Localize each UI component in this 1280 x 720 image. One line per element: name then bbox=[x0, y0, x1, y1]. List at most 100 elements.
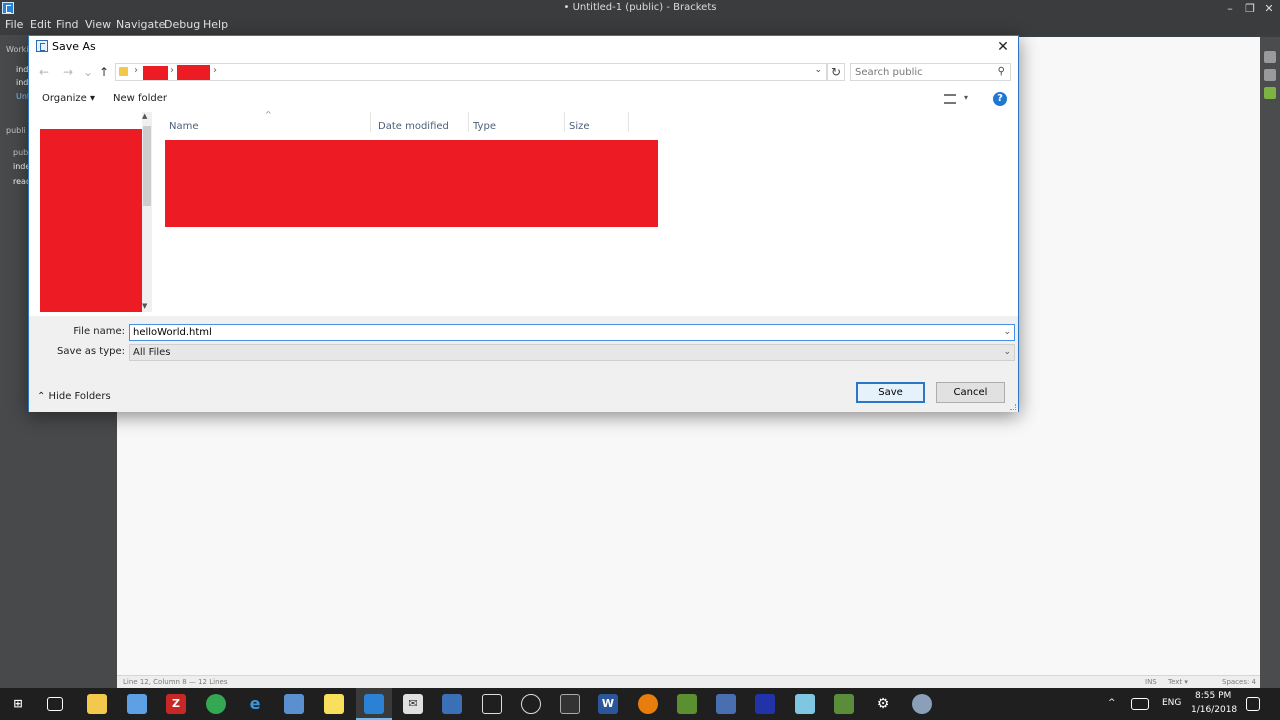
organize-button[interactable]: Organize ▾ bbox=[42, 93, 95, 104]
dialog-titlebar: Save As ✕ bbox=[29, 36, 1018, 58]
filezilla-icon[interactable]: Z bbox=[166, 694, 186, 714]
column-header-date-modified[interactable]: Date modified bbox=[378, 121, 449, 132]
redacted-breadcrumb[interactable] bbox=[143, 66, 168, 80]
virtualbox-icon[interactable] bbox=[442, 694, 462, 714]
network-monitor-icon[interactable] bbox=[716, 694, 736, 714]
brackets-icon[interactable] bbox=[364, 694, 384, 714]
file-name-label: File name: bbox=[73, 326, 125, 337]
tool-app-icon[interactable] bbox=[912, 694, 932, 714]
language-indicator[interactable]: ENG bbox=[1162, 698, 1181, 708]
column-header-size[interactable]: Size bbox=[569, 121, 590, 132]
unity-icon[interactable] bbox=[482, 694, 502, 714]
column-header-type[interactable]: Type bbox=[473, 121, 496, 132]
column-divider[interactable] bbox=[564, 112, 565, 132]
file-name-input[interactable] bbox=[133, 326, 993, 339]
3d-app-icon[interactable] bbox=[127, 694, 147, 714]
tray-chevron-icon[interactable]: ^ bbox=[1108, 698, 1116, 708]
chevron-up-icon[interactable]: ▲ bbox=[142, 112, 147, 120]
save-options-pane: File name: ⌄ Save as type: All Files ⌄ ⌃… bbox=[29, 316, 1018, 412]
resize-grip-icon[interactable] bbox=[1010, 404, 1016, 410]
steam-icon[interactable] bbox=[521, 694, 541, 714]
redacted-folder-tree[interactable] bbox=[40, 129, 144, 312]
file-explorer-icon[interactable] bbox=[87, 694, 107, 714]
language-mode[interactable]: Text ▾ bbox=[1168, 678, 1188, 686]
column-divider[interactable] bbox=[468, 112, 469, 132]
network-app-icon[interactable] bbox=[284, 694, 304, 714]
cancel-button[interactable]: Cancel bbox=[936, 382, 1005, 403]
recent-locations-icon[interactable]: ⌄ bbox=[80, 64, 96, 80]
game-app-icon[interactable] bbox=[755, 694, 775, 714]
hide-folders-button[interactable]: ⌃ Hide Folders bbox=[37, 391, 111, 402]
clock-date[interactable]: 1/16/2018 bbox=[1191, 705, 1237, 715]
column-header-name[interactable]: Name bbox=[169, 121, 199, 132]
notifications-icon[interactable] bbox=[1246, 697, 1260, 711]
git-icon[interactable] bbox=[677, 694, 697, 714]
project-item[interactable]: pub bbox=[13, 148, 28, 157]
live-preview-icon[interactable] bbox=[1264, 51, 1276, 63]
terminal-icon[interactable] bbox=[560, 694, 580, 714]
column-divider[interactable] bbox=[370, 112, 371, 132]
menu-debug[interactable]: Debug bbox=[164, 18, 200, 31]
extension-icon[interactable] bbox=[1264, 87, 1276, 99]
file-name-field: ⌄ bbox=[129, 324, 1015, 341]
chrome-icon[interactable] bbox=[206, 694, 226, 714]
cursor-position: Line 12, Column 8 — 12 Lines bbox=[123, 678, 228, 686]
up-arrow-icon[interactable]: ↑ bbox=[96, 64, 112, 80]
chevron-down-icon[interactable]: ⌄ bbox=[1003, 327, 1011, 337]
redacted-file-rows[interactable] bbox=[165, 140, 658, 227]
menu-navigate[interactable]: Navigate bbox=[116, 18, 165, 31]
windows-start-icon[interactable]: ⊞ bbox=[8, 694, 28, 714]
new-folder-button[interactable]: New folder bbox=[113, 93, 167, 104]
settings-icon[interactable]: ⚙ bbox=[873, 694, 893, 714]
refresh-icon[interactable]: ↻ bbox=[827, 63, 845, 81]
blender-icon[interactable] bbox=[638, 694, 658, 714]
working-file-item[interactable]: ind bbox=[16, 65, 28, 74]
task-view-icon[interactable] bbox=[47, 697, 63, 711]
forward-arrow-icon[interactable]: → bbox=[60, 64, 76, 80]
file-list: ^ Name Date modified Type Size bbox=[162, 110, 1014, 315]
sticky-notes-icon[interactable] bbox=[324, 694, 344, 714]
working-file-item[interactable]: ind bbox=[16, 78, 28, 87]
chevron-down-icon[interactable]: ⌄ bbox=[1003, 347, 1011, 357]
menu-file[interactable]: File bbox=[5, 18, 23, 31]
view-options-icon[interactable] bbox=[944, 94, 956, 104]
help-icon[interactable]: ? bbox=[993, 92, 1007, 106]
menu-edit[interactable]: Edit bbox=[30, 18, 51, 31]
indent-spaces[interactable]: Spaces: 4 bbox=[1222, 678, 1256, 686]
close-window-button[interactable]: ✕ bbox=[1257, 0, 1280, 17]
save-as-type-value: All Files bbox=[133, 347, 171, 358]
mail-icon[interactable]: ✉ bbox=[403, 694, 423, 714]
column-divider[interactable] bbox=[628, 112, 629, 132]
taskbar: ⊞ Z e ✉ W ⚙ ^ ENG 8:55 PM 1/16/2018 bbox=[0, 688, 1280, 720]
word-icon[interactable]: W bbox=[598, 694, 618, 714]
menu-view[interactable]: View bbox=[85, 18, 111, 31]
menu-find[interactable]: Find bbox=[56, 18, 79, 31]
close-icon[interactable]: ✕ bbox=[994, 38, 1012, 56]
command-bar: Organize ▾ New folder ▾ ? bbox=[29, 89, 1018, 111]
navigation-pane: ▲ ▼ bbox=[29, 112, 154, 315]
clock-time[interactable]: 8:55 PM bbox=[1195, 691, 1231, 701]
working-files-label: Worki bbox=[6, 45, 29, 54]
edge-icon[interactable]: e bbox=[245, 694, 265, 714]
extension-manager-icon[interactable] bbox=[1264, 69, 1276, 81]
search-input[interactable] bbox=[855, 66, 985, 79]
navigation-row: ← → ⌄ ↑ › › › ⌄ ↻ ⚲ bbox=[29, 60, 1018, 86]
insert-mode[interactable]: INS bbox=[1145, 678, 1157, 686]
window-titlebar: • Untitled-1 (public) - Brackets – ❐ ✕ bbox=[0, 0, 1280, 17]
save-button[interactable]: Save bbox=[856, 382, 925, 403]
redacted-breadcrumb[interactable] bbox=[177, 65, 210, 80]
right-toolbar bbox=[1260, 37, 1280, 688]
address-bar[interactable]: › › › ⌄ bbox=[115, 63, 827, 81]
save-as-type-select[interactable]: All Files ⌄ bbox=[129, 344, 1015, 361]
chevron-down-icon[interactable]: ▾ bbox=[964, 93, 968, 102]
keyboard-icon[interactable] bbox=[1131, 698, 1149, 710]
minecraft-icon[interactable] bbox=[834, 694, 854, 714]
chevron-down-icon[interactable]: ⌄ bbox=[814, 65, 822, 75]
back-arrow-icon[interactable]: ← bbox=[36, 64, 52, 80]
search-icon[interactable]: ⚲ bbox=[998, 66, 1005, 77]
scrollbar-thumb[interactable] bbox=[143, 126, 151, 206]
menu-help[interactable]: Help bbox=[203, 18, 228, 31]
notes-app-icon[interactable] bbox=[795, 694, 815, 714]
chevron-down-icon[interactable]: ▼ bbox=[142, 302, 147, 310]
dialog-title: Save As bbox=[52, 40, 96, 53]
